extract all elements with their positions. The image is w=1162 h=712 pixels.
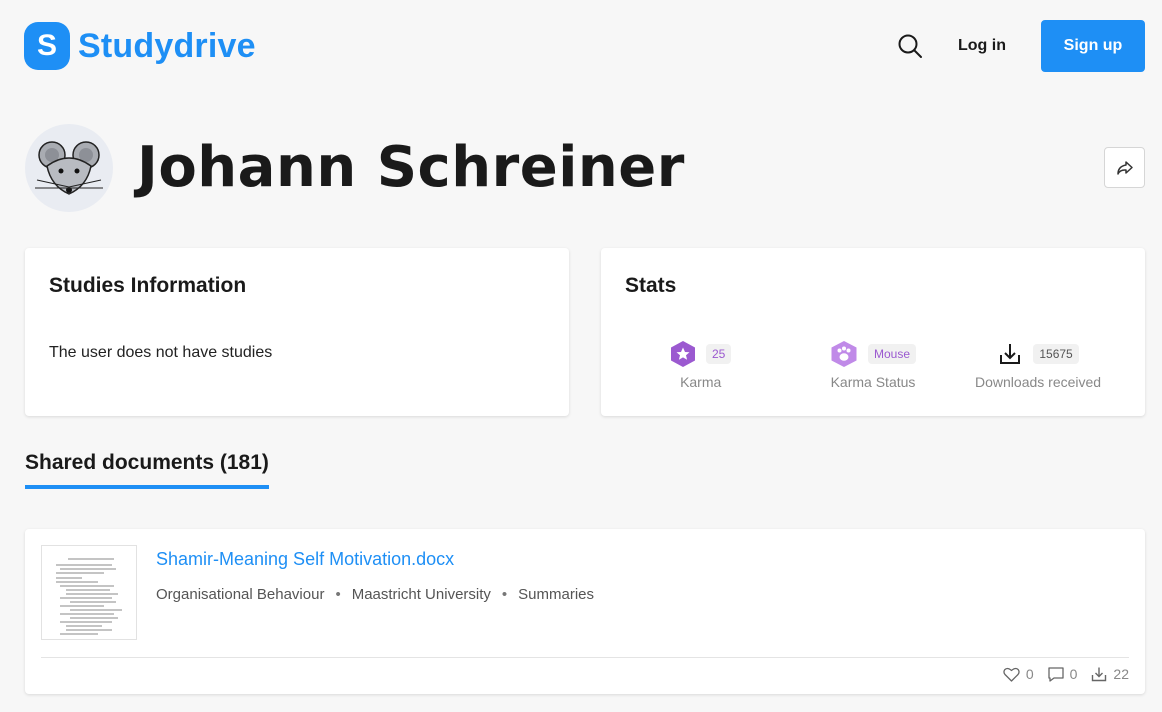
login-button[interactable]: Log in [946, 20, 1018, 72]
like-count: 0 [1025, 666, 1034, 682]
stat-downloads: 15675 Downloads received [975, 340, 1101, 390]
comment-count: 0 [1069, 666, 1078, 682]
document-meta: Organisational Behaviour • Maastricht Un… [156, 586, 594, 603]
comment-button[interactable]: 0 [1047, 666, 1078, 682]
paw-badge-icon [831, 341, 857, 367]
mouse-avatar-icon [35, 141, 103, 195]
karma-value: 25 [706, 344, 732, 364]
stat-karma: 25 Karma [670, 340, 732, 390]
stats-title: Stats [625, 274, 677, 297]
download-count: 22 [1113, 666, 1129, 682]
tab-active-underline [25, 485, 269, 489]
like-button[interactable]: 0 [1003, 666, 1034, 682]
logo-badge: S [24, 22, 70, 70]
share-button[interactable] [1104, 147, 1145, 188]
document-title-link[interactable]: Shamir-Meaning Self Motivation.docx [156, 549, 454, 570]
studies-empty-text: The user does not have studies [49, 344, 273, 361]
document-university[interactable]: Maastricht University [352, 586, 491, 603]
stats-card: Stats 25 Karma Mouse Karma Status 15675 … [601, 248, 1145, 416]
heart-icon [1003, 667, 1020, 682]
document-card: Shamir-Meaning Self Motivation.docx Orga… [25, 529, 1145, 694]
avatar [25, 124, 113, 212]
downloads-label: Downloads received [975, 374, 1102, 390]
share-icon [1116, 160, 1133, 175]
stat-karma-status: Mouse Karma Status [830, 340, 917, 390]
search-icon[interactable] [896, 32, 924, 60]
logo-text: Studydrive [78, 26, 256, 65]
profile-name: Johann Schreiner [137, 135, 685, 200]
karma-label: Karma [680, 374, 722, 390]
meta-separator: • [501, 586, 508, 603]
meta-separator: • [335, 586, 341, 603]
studies-information-card: Studies Information The user does not ha… [25, 248, 569, 416]
document-course[interactable]: Organisational Behaviour [156, 586, 324, 603]
downloads-value: 15675 [1033, 344, 1079, 364]
document-type[interactable]: Summaries [518, 586, 594, 603]
document-actions: 0 0 22 [989, 666, 1129, 682]
top-header: S Studydrive Log in Sign up [0, 0, 1162, 92]
tab-shared-documents[interactable]: Shared documents (181) [25, 447, 269, 489]
studies-title: Studies Information [49, 274, 247, 297]
download-icon [1000, 344, 1021, 364]
download-button[interactable]: 22 [1091, 666, 1129, 682]
karma-status-value: Mouse [868, 344, 917, 364]
document-thumbnail[interactable] [41, 545, 137, 640]
tab-shared-documents-label: Shared documents (181) [25, 451, 269, 474]
studydrive-logo[interactable]: S Studydrive [24, 22, 256, 70]
karma-status-label: Karma Status [830, 374, 916, 390]
divider [41, 657, 1129, 658]
download-icon [1092, 667, 1107, 682]
comment-icon [1047, 666, 1064, 682]
signup-button[interactable]: Sign up [1041, 20, 1145, 72]
star-badge-icon [671, 341, 695, 367]
